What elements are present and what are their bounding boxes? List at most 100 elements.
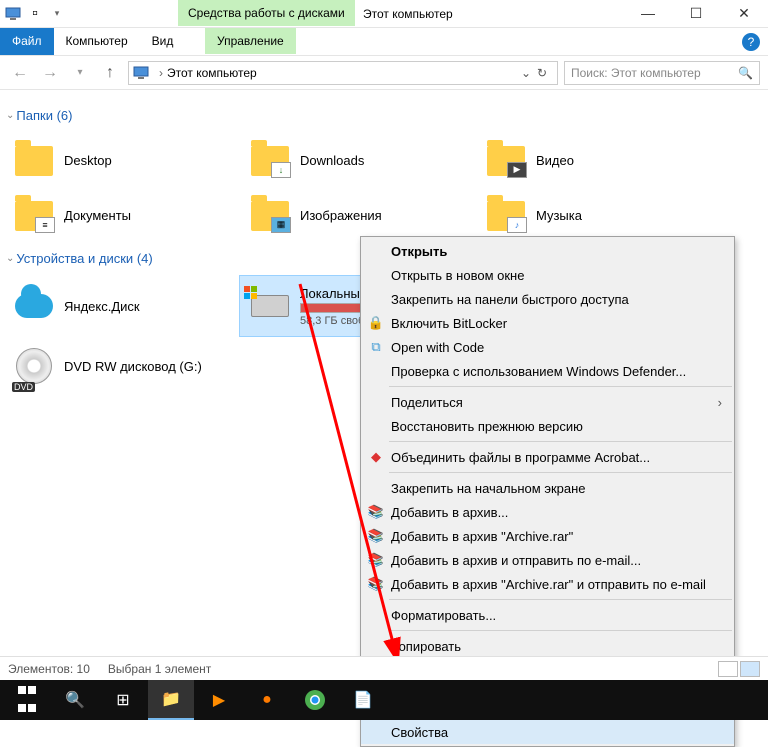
- drive-label: DVD RW дисковод (G:): [64, 359, 202, 374]
- ribbon: Файл Компьютер Вид Управление ?: [0, 28, 768, 56]
- menu-separator: [389, 630, 732, 631]
- nav-forward-button[interactable]: →: [38, 61, 62, 85]
- menu-separator: [389, 472, 732, 473]
- cloud-icon: [15, 294, 53, 318]
- quick-access-toolbar: ▫ ▾: [0, 5, 66, 23]
- address-bar: ← → ▾ ↑ › Этот компьютер ⌄ ↻ Поиск: Этот…: [0, 56, 768, 90]
- menu-restore-previous[interactable]: Восстановить прежнюю версию: [361, 414, 734, 438]
- address-input[interactable]: › Этот компьютер ⌄ ↻: [128, 61, 558, 85]
- folder-documents[interactable]: ≡Документы: [4, 188, 240, 243]
- menu-rar-add-named[interactable]: 📚Добавить в архив "Archive.rar": [361, 524, 734, 548]
- window-controls: — ☐ ✕: [628, 5, 764, 22]
- status-selection: Выбран 1 элемент: [108, 662, 211, 676]
- nav-back-button[interactable]: ←: [8, 61, 32, 85]
- winrar-icon: 📚: [367, 527, 385, 545]
- view-details-button[interactable]: [718, 661, 738, 677]
- taskbar-chrome[interactable]: [292, 680, 338, 720]
- group-devices-title: Устройства и диски: [16, 251, 133, 266]
- folder-desktop[interactable]: Desktop: [4, 133, 240, 188]
- qat-dropdown-icon[interactable]: ▾: [48, 5, 66, 23]
- window-title: Этот компьютер: [363, 7, 453, 21]
- winrar-icon: 📚: [367, 575, 385, 593]
- menu-windows-defender[interactable]: Проверка с использованием Windows Defend…: [361, 359, 734, 383]
- folder-label: Downloads: [300, 153, 364, 168]
- bitlocker-icon: 🔒: [367, 314, 385, 332]
- submenu-arrow-icon: ›: [718, 395, 722, 410]
- maximize-button[interactable]: ☐: [676, 5, 716, 22]
- app-icon: [4, 5, 22, 23]
- tab-view[interactable]: Вид: [140, 28, 186, 55]
- drive-label: Яндекс.Диск: [64, 299, 140, 314]
- minimize-button[interactable]: —: [628, 5, 668, 22]
- ribbon-context-tab[interactable]: Средства работы с дисками: [178, 0, 355, 26]
- menu-separator: [389, 599, 732, 600]
- search-button[interactable]: 🔍: [52, 680, 98, 720]
- help-button[interactable]: ?: [742, 33, 760, 51]
- windows-logo-icon: [17, 682, 37, 718]
- menu-rar-email[interactable]: 📚Добавить в архив и отправить по e-mail.…: [361, 548, 734, 572]
- menu-properties[interactable]: Свойства: [361, 720, 734, 744]
- breadcrumb-location[interactable]: Этот компьютер: [167, 66, 257, 80]
- search-placeholder: Поиск: Этот компьютер: [571, 66, 701, 80]
- folder-downloads[interactable]: ↓Downloads: [240, 133, 476, 188]
- windows-flag-icon: [244, 286, 258, 300]
- folder-label: Музыка: [536, 208, 582, 223]
- group-header-folders[interactable]: ⌄ Папки (6): [4, 108, 756, 123]
- collapse-icon[interactable]: ⌄: [6, 253, 14, 264]
- folders-grid: Desktop ↓Downloads ▶Видео ≡Документы ▦Из…: [4, 133, 756, 243]
- folder-music[interactable]: ♪Музыка: [476, 188, 712, 243]
- tab-computer[interactable]: Компьютер: [54, 28, 140, 55]
- menu-open-new-window[interactable]: Открыть в новом окне: [361, 263, 734, 287]
- titlebar: ▫ ▾ Средства работы с дисками Этот компь…: [0, 0, 768, 28]
- taskbar-explorer[interactable]: 📁: [148, 680, 194, 720]
- group-devices-count: (4): [137, 251, 153, 266]
- view-thumbnails-button[interactable]: [740, 661, 760, 677]
- start-button[interactable]: [4, 680, 50, 720]
- breadcrumb-chevron-icon[interactable]: ›: [159, 66, 163, 80]
- close-button[interactable]: ✕: [724, 5, 764, 22]
- pc-icon: [133, 66, 149, 80]
- collapse-icon[interactable]: ⌄: [6, 110, 14, 121]
- tab-manage[interactable]: Управление: [205, 28, 296, 54]
- menu-open-with-code[interactable]: ⧉Open with Code: [361, 335, 734, 359]
- taskbar: 🔍 ⊞ 📁 ▶ ● 📄: [0, 680, 768, 720]
- menu-pin-start[interactable]: Закрепить на начальном экране: [361, 476, 734, 500]
- folder-label: Desktop: [64, 153, 112, 168]
- status-bar: Элементов: 10 Выбран 1 элемент: [0, 656, 768, 680]
- dvd-icon: [16, 348, 52, 384]
- nav-up-button[interactable]: ↑: [98, 61, 122, 85]
- tab-file[interactable]: Файл: [0, 28, 54, 55]
- winrar-icon: 📚: [367, 551, 385, 569]
- task-view-button[interactable]: ⊞: [100, 680, 146, 720]
- taskbar-word[interactable]: 📄: [340, 680, 386, 720]
- menu-separator: [389, 386, 732, 387]
- folder-label: Документы: [64, 208, 131, 223]
- menu-rar-named-email[interactable]: 📚Добавить в архив "Archive.rar" и отправ…: [361, 572, 734, 596]
- folder-label: Изображения: [300, 208, 382, 223]
- menu-bitlocker[interactable]: 🔒Включить BitLocker: [361, 311, 734, 335]
- status-item-count: Элементов: 10: [8, 662, 90, 676]
- search-input[interactable]: Поиск: Этот компьютер 🔍: [564, 61, 760, 85]
- menu-acrobat-combine[interactable]: ◆Объединить файлы в программе Acrobat...: [361, 445, 734, 469]
- menu-copy[interactable]: Копировать: [361, 634, 734, 658]
- menu-separator: [389, 441, 732, 442]
- drive-yandex[interactable]: Яндекс.Диск: [4, 276, 240, 336]
- taskbar-firefox[interactable]: ●: [244, 680, 290, 720]
- menu-format[interactable]: Форматировать...: [361, 603, 734, 627]
- folder-label: Видео: [536, 153, 574, 168]
- menu-open[interactable]: Открыть: [361, 239, 734, 263]
- vscode-icon: ⧉: [367, 338, 385, 356]
- qat-properties-icon[interactable]: ▫: [26, 5, 44, 23]
- menu-pin-quick-access[interactable]: Закрепить на панели быстрого доступа: [361, 287, 734, 311]
- refresh-button[interactable]: ↻: [531, 66, 553, 80]
- folder-images[interactable]: ▦Изображения: [240, 188, 476, 243]
- menu-share[interactable]: Поделиться›: [361, 390, 734, 414]
- winrar-icon: 📚: [367, 503, 385, 521]
- search-icon: 🔍: [738, 66, 753, 80]
- menu-rar-add[interactable]: 📚Добавить в архив...: [361, 500, 734, 524]
- address-dropdown-icon[interactable]: ⌄: [521, 66, 531, 80]
- taskbar-media[interactable]: ▶: [196, 680, 242, 720]
- nav-recent-dropdown[interactable]: ▾: [68, 61, 92, 85]
- acrobat-icon: ◆: [367, 448, 385, 466]
- folder-videos[interactable]: ▶Видео: [476, 133, 712, 188]
